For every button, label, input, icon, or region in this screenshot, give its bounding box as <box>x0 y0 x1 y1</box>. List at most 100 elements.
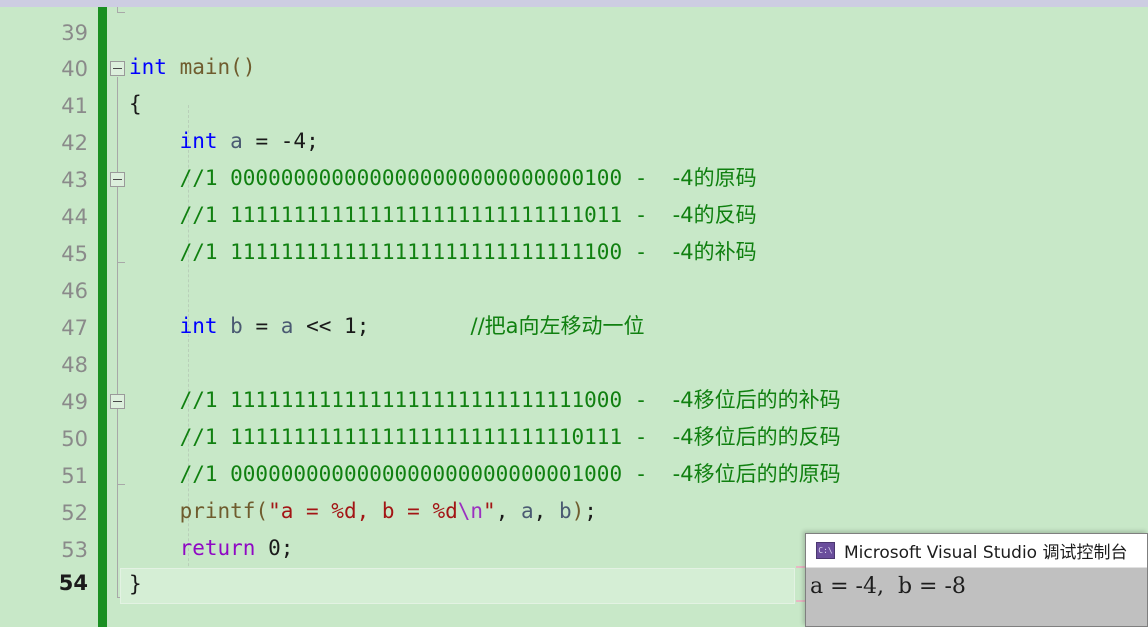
line-number-41: 41 <box>61 94 88 118</box>
line-number-48: 48 <box>61 353 88 377</box>
scroll-edge-mark-1 <box>796 566 805 568</box>
comment-51-bits: //1 0000000000000000000000000001000 - <box>179 462 673 486</box>
semicolon-52: ; <box>584 499 597 523</box>
line-number-43: 43 <box>61 168 88 192</box>
comment-45-bits: //1 1111111111111111111111111111100 - <box>179 240 673 264</box>
code-line-43[interactable]: //1 0000000000000000000000000000100 - -4… <box>129 166 757 190</box>
code-line-53[interactable]: return 0; <box>129 536 294 560</box>
code-line-50[interactable]: //1 1111111111111111111111111110111 - -4… <box>129 425 841 449</box>
brace-open-token: { <box>129 92 142 116</box>
brace-close-token: } <box>129 572 142 596</box>
line-number-49: 49 <box>61 390 88 414</box>
change-bar <box>98 7 107 627</box>
identifier-a-47: a <box>280 314 294 338</box>
sp42a <box>218 129 231 153</box>
indent-52 <box>129 499 180 523</box>
comment-45-cn: -4的补码 <box>672 240 757 264</box>
string-format: "a = %d, b = %d <box>268 499 458 523</box>
comma-52b: , <box>533 499 559 523</box>
identifier-a-42: a <box>230 129 243 153</box>
identifier-b-47: b <box>230 314 243 338</box>
sp53 <box>255 536 268 560</box>
keyword-int-40: int <box>129 55 167 79</box>
shift-operator: << <box>306 314 332 338</box>
function-name-main: main <box>179 55 231 79</box>
fold-toggle-comment-block-1-icon[interactable] <box>110 172 125 187</box>
console-title-text: Microsoft Visual Studio 调试控制台 <box>844 543 1128 563</box>
comment-44-bits: //1 1111111111111111111111111111011 - <box>179 203 673 227</box>
fold-end-marker-comments-1 <box>117 262 125 263</box>
function-name-printf: printf <box>179 499 256 523</box>
comment-49-cn: -4移位后的的补码 <box>672 388 841 412</box>
code-line-40[interactable]: int main() <box>129 55 255 79</box>
line-number-44: 44 <box>61 205 88 229</box>
literal-0-53: 0 <box>268 536 281 560</box>
line-number-gutter: 39 40 41 42 43 44 45 46 47 48 49 50 51 5… <box>0 7 96 627</box>
comma-52a: , <box>495 499 521 523</box>
comment-44-cn: -4的反码 <box>672 203 757 227</box>
fold-region-line-comments-2 <box>117 410 118 484</box>
semicolon-42: ; <box>306 129 319 153</box>
line-number-53: 53 <box>61 538 88 562</box>
semicolon-53: ; <box>280 536 294 560</box>
indent-51 <box>129 462 180 486</box>
gap-47 <box>369 314 470 338</box>
line-number-50: 50 <box>61 427 88 451</box>
console-window[interactable]: C:\ Microsoft Visual Studio 调试控制台 a = -4… <box>805 533 1148 627</box>
literal-minus4-42: -4 <box>280 129 307 153</box>
keyword-return: return <box>179 536 256 560</box>
comment-50-cn: -4移位后的的反码 <box>672 425 841 449</box>
assign-47: = <box>242 314 281 338</box>
fold-toggle-comment-block-2-icon[interactable] <box>110 394 125 409</box>
console-title-bar[interactable]: C:\ Microsoft Visual Studio 调试控制台 <box>806 534 1147 568</box>
code-line-51[interactable]: //1 0000000000000000000000000001000 - -4… <box>129 462 841 486</box>
paren-main: () <box>230 55 256 79</box>
code-line-42[interactable]: int a = -4; <box>129 129 319 153</box>
line-number-40: 40 <box>61 57 88 81</box>
assign-42: = <box>242 129 281 153</box>
keyword-int-42: int <box>179 129 218 153</box>
literal-1-47: 1 <box>344 314 357 338</box>
code-line-41[interactable]: { <box>129 92 142 116</box>
code-line-49[interactable]: //1 1111111111111111111111111111000 - -4… <box>129 388 841 412</box>
line-number-45: 45 <box>61 242 88 266</box>
indent-44 <box>129 203 180 227</box>
line-number-51: 51 <box>61 464 88 488</box>
code-line-44[interactable]: //1 1111111111111111111111111111011 - -4… <box>129 203 757 227</box>
indent-50 <box>129 425 180 449</box>
console-app-icon: C:\ <box>816 542 835 559</box>
comment-47-cn: //把a向左移动一位 <box>470 314 645 338</box>
fold-end-marker-above <box>117 12 125 13</box>
fold-toggle-function-icon[interactable] <box>110 61 125 76</box>
sp47a <box>218 314 231 338</box>
string-escape-newline: \n <box>457 499 484 523</box>
sp47c <box>331 314 344 338</box>
code-line-47[interactable]: int b = a << 1; //把a向左移动一位 <box>129 314 645 338</box>
comment-51-cn: -4移位后的的原码 <box>672 462 841 486</box>
keyword-int-47: int <box>179 314 218 338</box>
identifier-b-52: b <box>558 499 572 523</box>
scroll-edge-mark-2 <box>796 600 805 602</box>
indent-42 <box>129 129 180 153</box>
semicolon-47: ; <box>356 314 370 338</box>
line-number-46: 46 <box>61 279 88 303</box>
screen: 39 40 41 42 43 44 45 46 47 48 49 50 51 5… <box>0 0 1148 627</box>
fold-region-line-function <box>117 77 118 597</box>
code-line-54[interactable]: } <box>129 572 142 596</box>
comment-43-cn: -4的原码 <box>672 166 757 190</box>
string-close-quote: " <box>483 499 496 523</box>
indent-49 <box>129 388 180 412</box>
line-number-52: 52 <box>61 501 88 525</box>
sp47b <box>293 314 306 338</box>
comment-50-bits: //1 1111111111111111111111111110111 - <box>179 425 673 449</box>
code-line-45[interactable]: //1 1111111111111111111111111111100 - -4… <box>129 240 757 264</box>
code-line-52[interactable]: printf("a = %d, b = %d\n", a, b); <box>129 499 597 523</box>
space-40 <box>167 55 180 79</box>
indent-45 <box>129 240 180 264</box>
comment-49-bits: //1 1111111111111111111111111111000 - <box>179 388 673 412</box>
line-number-47: 47 <box>61 316 88 340</box>
identifier-a-52: a <box>521 499 534 523</box>
line-number-42: 42 <box>61 131 88 155</box>
code-folding-column[interactable] <box>107 7 129 627</box>
fold-region-line-comments-1 <box>117 188 118 262</box>
